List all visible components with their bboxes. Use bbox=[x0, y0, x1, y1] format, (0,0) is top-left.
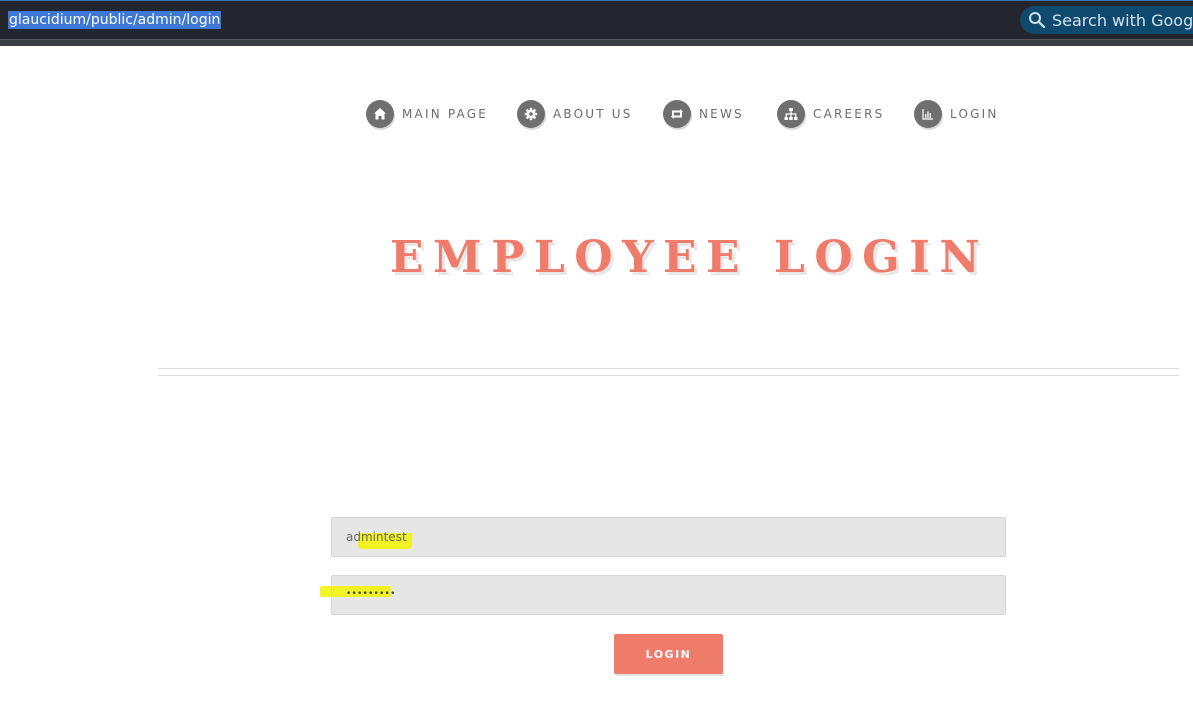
search-box-label: Search with Google bbox=[1052, 10, 1193, 30]
nav-label: NEWS bbox=[699, 107, 744, 121]
home-icon bbox=[366, 100, 394, 128]
nav-label: ABOUT US bbox=[553, 107, 633, 121]
search-box[interactable]: Search with Google bbox=[1020, 6, 1193, 34]
nav-label: CAREERS bbox=[813, 107, 885, 121]
nav-item-login[interactable]: LOGIN bbox=[914, 100, 999, 128]
search-icon bbox=[1028, 11, 1046, 29]
nav-item-careers[interactable]: CAREERS bbox=[777, 100, 884, 128]
retweet-icon bbox=[663, 100, 691, 128]
nav-item-news[interactable]: NEWS bbox=[663, 100, 744, 128]
nav-item-main-page[interactable]: MAIN PAGE bbox=[366, 100, 488, 128]
browser-toolbar: glaucidium/public/admin/login Search wit… bbox=[0, 0, 1193, 46]
login-button[interactable]: LOGIN bbox=[614, 634, 723, 674]
bar-chart-icon bbox=[914, 100, 942, 128]
toolbar-divider bbox=[0, 39, 1193, 46]
nav-label: MAIN PAGE bbox=[402, 107, 489, 121]
username-field[interactable] bbox=[331, 517, 1006, 557]
nav-label: LOGIN bbox=[950, 107, 999, 121]
password-field[interactable] bbox=[331, 575, 1006, 615]
page-title: EMPLOYEE LOGIN bbox=[390, 232, 990, 283]
password-value: ••••••••• bbox=[346, 589, 396, 599]
username-value: admintest bbox=[346, 530, 407, 544]
sitemap-icon bbox=[777, 100, 805, 128]
nav-item-about-us[interactable]: ABOUT US bbox=[517, 100, 633, 128]
gear-icon bbox=[517, 100, 545, 128]
section-divider bbox=[158, 368, 1179, 376]
main-nav: MAIN PAGE ABOUT US NEWS CAREERS LOGIN bbox=[0, 100, 1193, 130]
url-bar[interactable]: glaucidium/public/admin/login bbox=[8, 11, 222, 29]
